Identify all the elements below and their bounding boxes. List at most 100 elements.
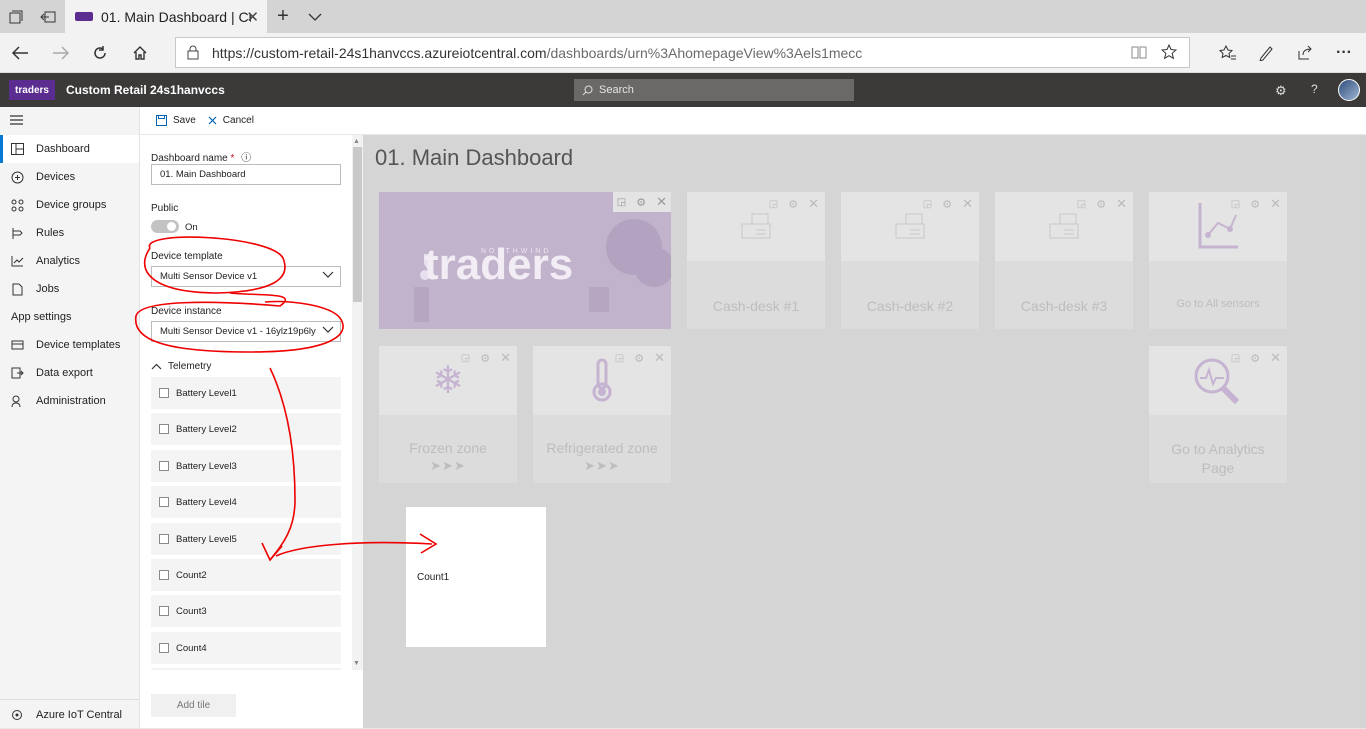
required-marker: *	[230, 153, 235, 164]
refresh-icon[interactable]	[89, 42, 111, 64]
telemetry-label: Count4	[176, 642, 207, 654]
app-search-input[interactable]: Search	[574, 79, 854, 101]
nav-item-analytics[interactable]: Analytics	[0, 247, 139, 275]
cash-register-icon	[841, 192, 979, 260]
checkbox[interactable]	[159, 424, 169, 434]
help-icon[interactable]: ?	[1311, 82, 1318, 96]
hamburger-menu-icon[interactable]	[10, 115, 23, 125]
telemetry-item[interactable]: Count4	[151, 632, 341, 664]
more-icon[interactable]: ···	[1333, 42, 1355, 64]
checkbox[interactable]	[159, 461, 169, 471]
device-groups-icon	[10, 198, 24, 212]
panel-scrollbar-thumb[interactable]	[353, 147, 362, 302]
tile-settings-icon[interactable]: ⚙	[636, 196, 646, 209]
dashboard-icon	[10, 142, 24, 156]
checkbox[interactable]	[159, 388, 169, 398]
tile-close-icon[interactable]: ✕	[656, 194, 667, 210]
tile-resize-icon[interactable]: ◲	[617, 197, 626, 208]
device-template-select[interactable]: Multi Sensor Device v1	[151, 266, 341, 287]
tile-title: Frozen zone	[409, 440, 487, 456]
tab-close-icon[interactable]: ✕	[246, 8, 259, 26]
new-tab-icon[interactable]: +	[272, 5, 294, 27]
favorites-hub-icon[interactable]	[1217, 42, 1239, 64]
tile-config-panel: Dashboard name * ⓘ 01. Main Dashboard Pu…	[140, 135, 363, 728]
cancel-button[interactable]: Cancel	[208, 115, 254, 126]
app-logo[interactable]: traders	[9, 80, 55, 100]
checkbox[interactable]	[159, 497, 169, 507]
nav-item-azure-iot-central[interactable]: Azure IoT Central	[0, 701, 139, 729]
tab-list-icon[interactable]	[5, 6, 27, 28]
tile-cash-desk-1[interactable]: ◲ ⚙ ✕ Cash-desk #1	[687, 192, 825, 329]
address-bar[interactable]: https://custom-retail-24s1hanvccs.azurei…	[175, 37, 1190, 68]
device-instance-select[interactable]: Multi Sensor Device v1 - 16ylz19p6ly	[151, 321, 341, 342]
dashboard-title: 01. Main Dashboard	[375, 145, 574, 170]
scroll-up-icon[interactable]: ▲	[353, 138, 360, 145]
add-tile-button[interactable]: Add tile	[151, 694, 236, 717]
cash-register-icon	[687, 192, 825, 260]
scroll-down-icon[interactable]: ▼	[353, 660, 360, 667]
user-avatar[interactable]	[1338, 79, 1360, 101]
checkbox[interactable]	[159, 606, 169, 616]
telemetry-item[interactable]: Battery Level5	[151, 523, 341, 555]
administration-icon	[10, 394, 24, 408]
nav-label: Rules	[36, 227, 65, 239]
tile-title: Cash-desk #3	[1020, 298, 1108, 314]
reading-view-icon[interactable]	[1131, 45, 1147, 60]
telemetry-item[interactable]: Count2	[151, 559, 341, 591]
settings-gear-icon[interactable]: ⚙	[1275, 83, 1287, 99]
public-label: Public	[151, 203, 179, 214]
info-icon[interactable]: ⓘ	[241, 153, 251, 164]
checkbox[interactable]	[159, 534, 169, 544]
tile-cash-desk-2[interactable]: ◲ ⚙ ✕ Cash-desk #2	[841, 192, 979, 329]
left-nav: Dashboard Devices Device groups Rules An…	[0, 107, 140, 728]
browser-tab-active[interactable]: 01. Main Dashboard | Cu ✕	[65, 0, 267, 33]
pen-notes-icon[interactable]	[1255, 42, 1277, 64]
tile-footer	[1149, 261, 1287, 329]
tile-frozen-zone[interactable]: ◲ ⚙ ✕ ❄ Frozen zone ➤➤➤	[379, 346, 517, 483]
nav-item-device-templates[interactable]: Device templates	[0, 331, 139, 359]
telemetry-label: Battery Level5	[176, 533, 237, 545]
url-host: https://custom-retail-24s1hanvccs.azurei…	[212, 44, 547, 61]
dashboard-name-input[interactable]: 01. Main Dashboard	[151, 164, 341, 185]
tile-refrigerated-zone[interactable]: ◲ ⚙ ✕ Refrigerated zone ➤➤➤	[533, 346, 671, 483]
set-tabs-aside-icon[interactable]	[37, 6, 59, 28]
nav-label: Devices	[36, 171, 76, 183]
nav-item-data-export[interactable]: Data export	[0, 359, 139, 387]
telemetry-section-toggle[interactable]: Telemetry	[151, 361, 211, 372]
telemetry-item[interactable]: Battery Level4	[151, 486, 341, 518]
telemetry-item[interactable]: Battery Level3	[151, 450, 341, 482]
lock-icon	[187, 45, 199, 60]
tile-footer	[841, 261, 979, 329]
tab-preview-chevron-icon[interactable]	[304, 6, 326, 28]
favorite-star-icon[interactable]	[1161, 44, 1177, 60]
checkbox[interactable]	[159, 570, 169, 580]
telemetry-item[interactable]: Count3	[151, 595, 341, 627]
nav-item-device-groups[interactable]: Device groups	[0, 191, 139, 219]
nav-item-jobs[interactable]: Jobs	[0, 275, 139, 303]
save-button[interactable]: Save	[156, 115, 196, 126]
checkbox[interactable]	[159, 643, 169, 653]
tile-go-to-analytics[interactable]: ◲ ⚙ ✕ Go to Analytics Page	[1149, 346, 1287, 483]
hero-image-tile[interactable]: NORTHWIND traders ◲ ⚙ ✕	[379, 192, 671, 329]
nav-item-administration[interactable]: Administration	[0, 387, 139, 415]
iot-central-icon	[10, 708, 24, 722]
tile-cash-desk-3[interactable]: ◲ ⚙ ✕ Cash-desk #3	[995, 192, 1133, 329]
nav-label: Jobs	[36, 283, 60, 295]
share-icon[interactable]	[1294, 42, 1316, 64]
app-name: Custom Retail 24s1hanvccs	[66, 83, 225, 97]
tab-title: 01. Main Dashboard | Cu	[101, 8, 251, 25]
nav-item-dashboard[interactable]: Dashboard	[0, 135, 139, 163]
home-icon[interactable]	[129, 42, 151, 64]
forward-icon[interactable]	[50, 42, 72, 64]
public-toggle[interactable]	[151, 220, 179, 233]
tile-footer	[995, 261, 1133, 329]
back-icon[interactable]	[9, 42, 31, 64]
chevron-down-icon	[322, 326, 334, 334]
telemetry-item[interactable]: Battery Level2	[151, 413, 341, 445]
tile-title: Refrigerated zone	[546, 440, 658, 456]
nav-item-devices[interactable]: Devices	[0, 163, 139, 191]
tile-go-to-all-sensors[interactable]: ◲ ⚙ ✕ Go to All sensors	[1149, 192, 1287, 329]
telemetry-label: Battery Level2	[176, 423, 237, 435]
nav-item-rules[interactable]: Rules	[0, 219, 139, 247]
telemetry-item[interactable]: Battery Level1	[151, 377, 341, 409]
